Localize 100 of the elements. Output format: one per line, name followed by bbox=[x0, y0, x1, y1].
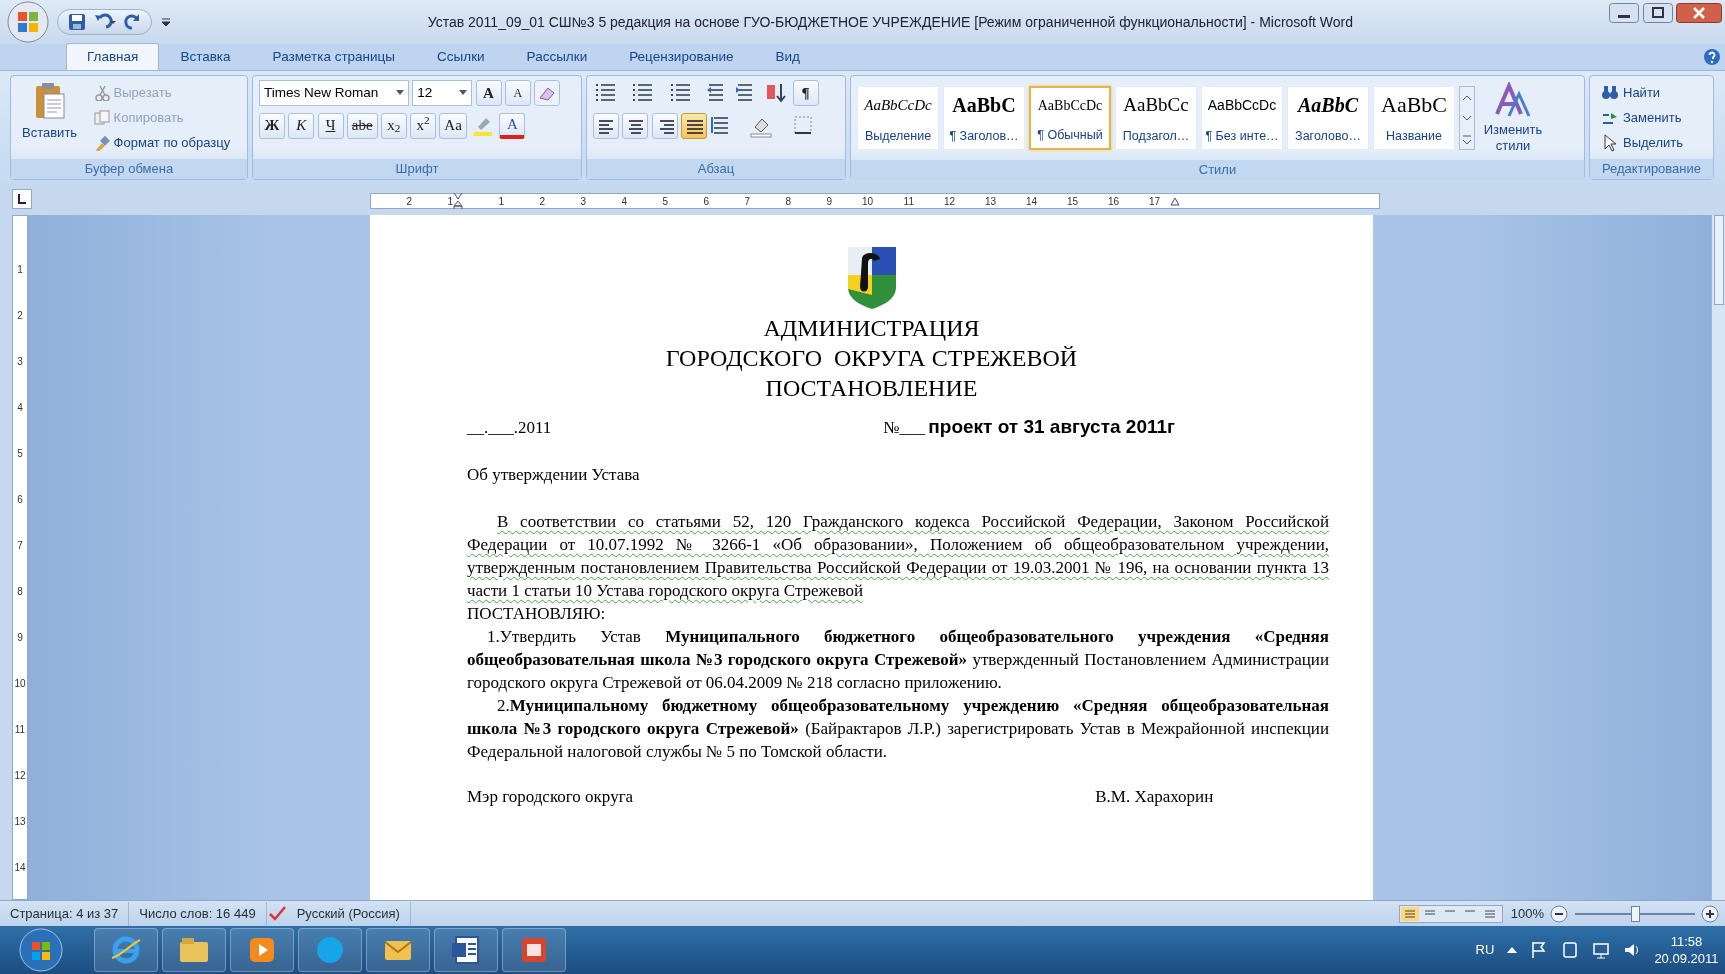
style-gallery-item[interactable]: AaBbCc Подзагол… bbox=[1115, 86, 1197, 150]
taskbar-button[interactable] bbox=[162, 928, 226, 972]
save-icon[interactable] bbox=[67, 13, 86, 31]
style-gallery-item[interactable]: AaBbC Название bbox=[1373, 86, 1455, 150]
ruler-number: 10 bbox=[14, 676, 26, 691]
clock[interactable]: 11:58 20.09.2011 bbox=[1654, 933, 1719, 967]
style-gallery-item[interactable]: AaBbC ¶ Заголов… bbox=[943, 86, 1025, 150]
style-gallery-item[interactable]: AaBbCcDc ¶ Обычный bbox=[1029, 86, 1111, 150]
zoom-in-icon[interactable] bbox=[1701, 904, 1719, 923]
binoculars-icon bbox=[1601, 83, 1619, 102]
view-buttons-icon[interactable] bbox=[1398, 904, 1503, 923]
ruler-number: 15 bbox=[1065, 194, 1078, 209]
close-icon[interactable] bbox=[1675, 3, 1722, 24]
align-center-button[interactable] bbox=[622, 112, 649, 139]
ribbon-tab[interactable]: Рассылки bbox=[505, 43, 609, 70]
show-marks-button[interactable]: ¶ bbox=[792, 80, 819, 106]
ribbon-tab[interactable]: Вставка bbox=[159, 43, 252, 70]
minimize-icon[interactable] bbox=[1609, 3, 1640, 24]
date-line: __.___.2011 bbox=[467, 417, 552, 439]
ribbon-tab[interactable]: Ссылки bbox=[416, 43, 506, 70]
ruler-number: 14 bbox=[14, 860, 26, 875]
style-gallery-item[interactable]: AaBbCcDc Выделение bbox=[857, 86, 939, 150]
clear-format-icon[interactable] bbox=[534, 80, 560, 106]
status-text: Русский (Россия) bbox=[286, 901, 411, 926]
dropdown-arrow-icon bbox=[396, 90, 404, 96]
ruler-number: 5 bbox=[17, 446, 23, 461]
start-button-icon[interactable] bbox=[18, 927, 64, 973]
ruler-number: 7 bbox=[743, 194, 750, 209]
number-line: №___ bbox=[883, 417, 926, 439]
superscript-button[interactable]: x$^{2}$ bbox=[410, 112, 437, 139]
editing-button[interactable]: Выделить bbox=[1596, 130, 1707, 155]
help-icon[interactable] bbox=[1703, 48, 1721, 66]
editing-button[interactable]: Найти bbox=[1596, 80, 1707, 105]
language-indicator[interactable]: RU bbox=[1475, 940, 1495, 960]
ruler-number: 1 bbox=[497, 194, 504, 209]
ruler-number: 14 bbox=[1024, 194, 1037, 209]
ribbon-tab[interactable]: Вид bbox=[754, 43, 821, 70]
taskbar-button[interactable] bbox=[434, 928, 498, 972]
align-justify-button[interactable] bbox=[680, 112, 707, 139]
tray-arrow-icon[interactable] bbox=[1507, 946, 1518, 954]
restore-icon[interactable] bbox=[1642, 3, 1673, 24]
indent-marker-icon[interactable] bbox=[453, 193, 463, 209]
ruler-number: 3 bbox=[17, 354, 23, 369]
network-icon[interactable] bbox=[1592, 941, 1611, 959]
editing-button[interactable]: Заменить bbox=[1596, 105, 1707, 130]
vertical-scrollbar[interactable] bbox=[1711, 215, 1725, 900]
change-styles-button[interactable]: Изменить стили bbox=[1475, 80, 1551, 156]
scroll-thumb-icon bbox=[1713, 215, 1724, 305]
font-name-field[interactable]: Times New Roman bbox=[259, 80, 409, 106]
gallery-scroll-icon[interactable] bbox=[1459, 86, 1475, 150]
ruler-number: 1 bbox=[446, 194, 453, 209]
grow-font-button[interactable]: A bbox=[475, 80, 502, 106]
ribbon-tab[interactable]: Главная bbox=[66, 43, 160, 70]
document-heading: АДМИНИСТРАЦИЯ bbox=[762, 314, 981, 343]
undo-icon[interactable] bbox=[92, 13, 116, 31]
right-indent-marker-icon[interactable] bbox=[1170, 196, 1180, 206]
shrink-font-button[interactable]: A bbox=[504, 80, 531, 106]
font-color-button[interactable]: A bbox=[499, 112, 526, 139]
align-left-button[interactable] bbox=[593, 112, 619, 139]
document-paragraph: 1.Утвердить Устав Муниципального бюджетного общеобразовательного учреждения «Средняя общеобразовательная школа №3 городского округа Стрежевой» утвержденный Постановлением Администрации городского округа Стрежевой от 06.04.2009 № 218 согласно приложению. bbox=[467, 626, 1329, 694]
redo-icon[interactable] bbox=[122, 13, 141, 31]
tab-selector-icon[interactable] bbox=[12, 189, 32, 209]
font-size-field[interactable]: 12 bbox=[412, 80, 473, 106]
clock-date: 20.09.2011 bbox=[1654, 950, 1719, 967]
strikethrough-button[interactable]: abe bbox=[346, 112, 378, 139]
taskbar-button[interactable] bbox=[230, 928, 294, 972]
office-button-icon[interactable] bbox=[6, 0, 50, 44]
subscript-button[interactable]: x$_{2}$ bbox=[380, 112, 407, 139]
zoom-out-icon[interactable] bbox=[1550, 904, 1568, 923]
zoom-level-text[interactable]: 100% bbox=[1510, 903, 1544, 924]
ribbon-tab[interactable]: Разметка страницы bbox=[251, 43, 417, 70]
change-case-button[interactable]: Aa bbox=[439, 112, 467, 139]
ruler-number: 11 bbox=[902, 194, 914, 209]
style-gallery-item[interactable]: AaBbC Заголово… bbox=[1287, 86, 1369, 150]
taskbar-button[interactable] bbox=[502, 928, 566, 972]
zoom-slider-thumb[interactable] bbox=[1630, 905, 1640, 922]
ruler-number: 8 bbox=[17, 584, 23, 599]
ruler-number: 8 bbox=[784, 194, 791, 209]
ruler-number: 3 bbox=[579, 194, 586, 209]
taskbar-button[interactable] bbox=[366, 928, 430, 972]
document-heading: ГОРОДСКОГО ОКРУГА СТРЕЖЕВОЙ bbox=[664, 344, 1079, 373]
ruler-number: 7 bbox=[17, 538, 23, 553]
device-icon[interactable] bbox=[1561, 941, 1580, 959]
customize-menu-icon[interactable] bbox=[159, 16, 172, 28]
group-label: Абзац bbox=[697, 160, 735, 178]
group-label: Буфер обмена bbox=[84, 160, 174, 178]
align-right-button[interactable] bbox=[651, 112, 678, 139]
style-gallery-item[interactable]: AaBbCcDc ¶ Без инте… bbox=[1201, 86, 1283, 150]
ruler-number: 13 bbox=[983, 194, 996, 209]
bold-button[interactable]: Ж bbox=[259, 112, 285, 139]
italic-button[interactable]: К bbox=[288, 112, 315, 139]
scissors-icon bbox=[93, 84, 110, 101]
paste-button[interactable]: Вставить bbox=[17, 80, 83, 155]
document-paragraph: В соответствии со статьями 52, 120 Гражданского кодекса Российской Федерации, Законом Российской Федерации от 10.07.1992 № 3266-1 «Об образовании», Положением об общеобразовательном учреждении, утвержденным постановлением Правительства Российской Федерации от 19.03.2001 № 196, на основании пункта 13 части 1 статьи 10 Устава городского округа Стрежевой bbox=[467, 511, 1329, 602]
clipboard-button[interactable]: Формат по образцу bbox=[88, 130, 236, 155]
globe-icon bbox=[110, 934, 142, 966]
underline-button[interactable]: Ч bbox=[317, 112, 344, 139]
document-subject: Об утверждении Устава bbox=[467, 464, 641, 486]
ribbon-tab[interactable]: Рецензирование bbox=[608, 43, 755, 70]
taskbar-button[interactable] bbox=[94, 928, 158, 972]
